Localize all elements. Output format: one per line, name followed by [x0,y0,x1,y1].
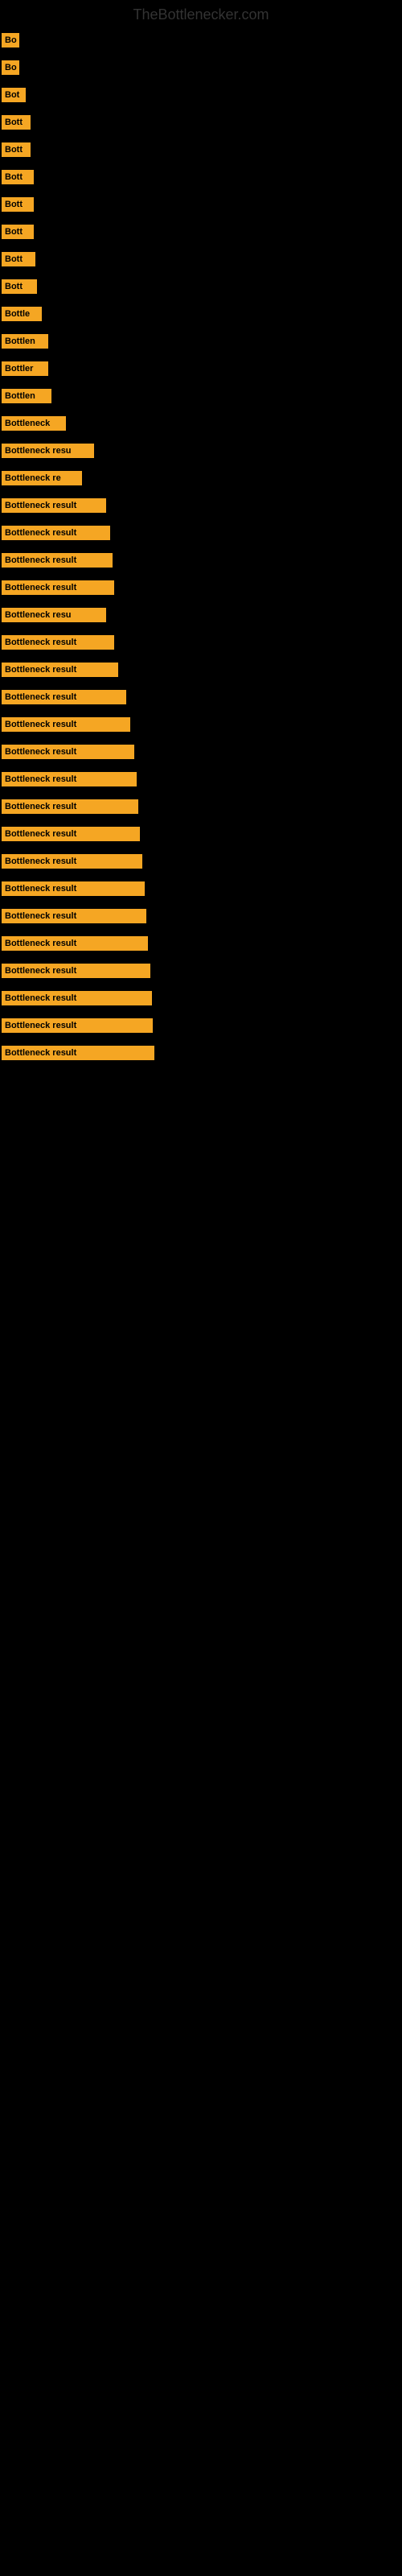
site-title: TheBottlenecker.com [0,0,402,27]
bar-row: Bottleneck result [0,547,402,574]
bar-row: Bottleneck [0,410,402,437]
bar-row: Bott [0,109,402,136]
bar-label: Bottleneck resu [2,444,94,458]
bar-row: Bottleneck result [0,848,402,875]
bar-row: Bottler [0,355,402,382]
bar-row: Bottleneck result [0,492,402,519]
bar-row: Bott [0,191,402,218]
bar-label: Bottlen [2,334,48,349]
bar-row: Bottleneck result [0,574,402,601]
bar-label: Bottleneck result [2,827,140,841]
bar-label: Bottleneck result [2,498,106,513]
bar-label: Bott [2,279,37,294]
bar-label: Bott [2,142,31,157]
bar-row: Bottlen [0,328,402,355]
bar-label: Bottleneck result [2,909,146,923]
bar-label: Bottleneck result [2,690,126,704]
bar-row: Bottleneck result [0,766,402,793]
bar-label: Bottle [2,307,42,321]
bar-label: Bott [2,170,34,184]
bar-row: Bottleneck result [0,711,402,738]
bar-row: Bottleneck result [0,683,402,711]
bar-row: Bottleneck result [0,1012,402,1039]
bar-row: Bottleneck result [0,738,402,766]
bar-label: Bo [2,33,19,47]
bar-row: Bo [0,27,402,54]
bar-label: Bottleneck result [2,991,152,1005]
bar-label: Bottleneck result [2,553,113,568]
bar-row: Bottleneck result [0,930,402,957]
bar-row: Bottleneck result [0,1039,402,1067]
bar-label: Bottleneck re [2,471,82,485]
bar-label: Bottleneck result [2,635,114,650]
bar-row: Bo [0,54,402,81]
bar-label: Bottleneck result [2,1018,153,1033]
bar-row: Bottleneck result [0,875,402,902]
bar-label: Bottleneck result [2,964,150,978]
bar-label: Bottleneck resu [2,608,106,622]
bar-label: Bott [2,225,34,239]
bar-label: Bottleneck result [2,717,130,732]
bar-label: Bottleneck result [2,854,142,869]
bar-row: Bott [0,163,402,191]
bar-row: Bottleneck result [0,629,402,656]
bar-label: Bottler [2,361,48,376]
bar-label: Bottleneck result [2,745,134,759]
bar-label: Bott [2,115,31,130]
bar-label: Bott [2,252,35,266]
bar-row: Bott [0,218,402,246]
bar-row: Bottleneck result [0,985,402,1012]
bar-row: Bott [0,136,402,163]
bar-row: Bottleneck result [0,793,402,820]
bar-label: Bottleneck result [2,663,118,677]
bar-label: Bo [2,60,19,75]
bar-row: Bottle [0,300,402,328]
bar-row: Bottleneck result [0,656,402,683]
bar-label: Bottleneck result [2,1046,154,1060]
bar-row: Bottleneck resu [0,437,402,464]
bar-row: Bottleneck result [0,820,402,848]
bar-label: Bottleneck result [2,881,145,896]
bar-row: Bottleneck result [0,957,402,985]
bar-row: Bot [0,81,402,109]
bar-label: Bottleneck result [2,526,110,540]
bar-row: Bott [0,246,402,273]
bar-label: Bottleneck result [2,580,114,595]
bar-label: Bottleneck result [2,799,138,814]
bar-row: Bottleneck result [0,902,402,930]
bar-label: Bottleneck [2,416,66,431]
bar-label: Bottleneck result [2,772,137,786]
bar-row: Bottleneck re [0,464,402,492]
bar-row: Bottlen [0,382,402,410]
bar-label: Bott [2,197,34,212]
bar-label: Bot [2,88,26,102]
bar-row: Bottleneck resu [0,601,402,629]
bar-label: Bottleneck result [2,936,148,951]
bar-label: Bottlen [2,389,51,403]
bar-row: Bott [0,273,402,300]
bar-row: Bottleneck result [0,519,402,547]
